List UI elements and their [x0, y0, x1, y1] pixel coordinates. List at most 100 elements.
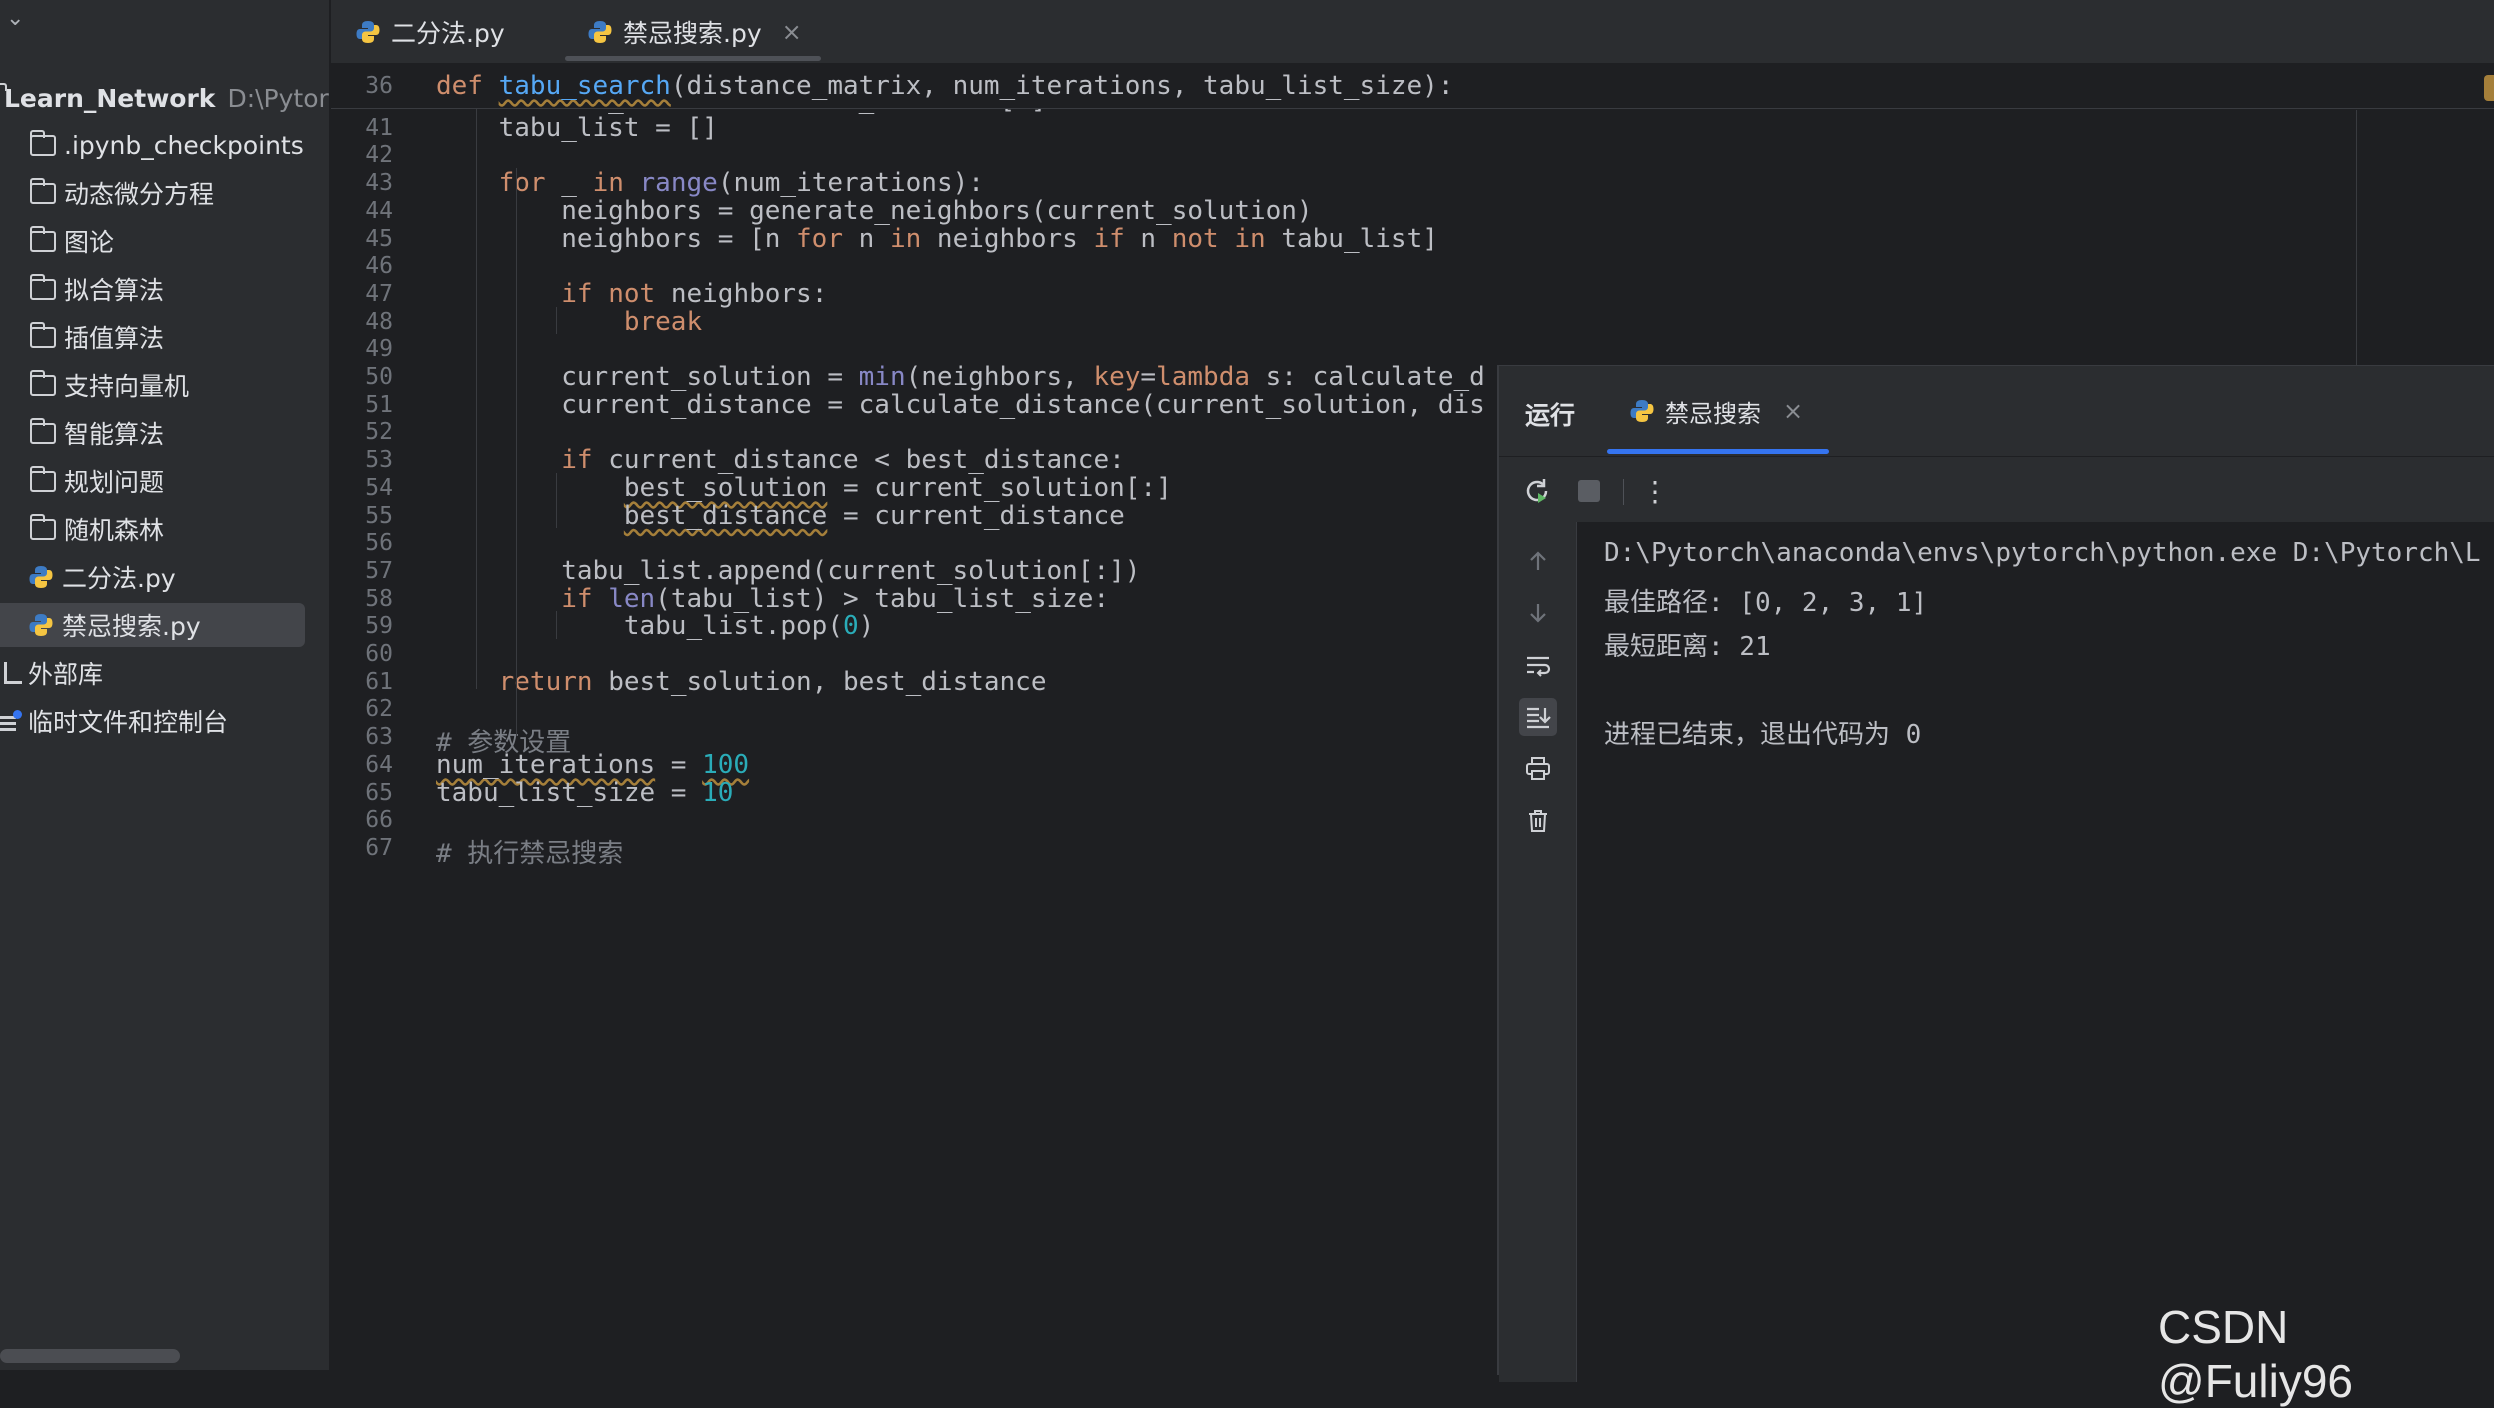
warning-marker[interactable] [2484, 75, 2494, 101]
code-line: best_solution = current_solution[:] [623, 472, 1172, 503]
line-number: 66 [365, 807, 393, 834]
console-line: D:\Pytorch\anaconda\envs\pytorch\python.… [1604, 538, 2481, 568]
line-number: 59 [365, 613, 393, 640]
folder-icon [30, 417, 56, 444]
indent-guide [556, 611, 557, 639]
line-number: 61 [365, 668, 393, 695]
indent-guide [556, 472, 557, 529]
code-line: # 执行禁忌搜索 [436, 838, 624, 869]
tab-label: 二分法.py [391, 19, 505, 48]
tree-item-scratches[interactable]: 临时文件和控制台 [0, 699, 329, 743]
folder-icon [30, 129, 56, 156]
tree-item-label: 外部库 [28, 660, 104, 689]
line-number: 53 [365, 447, 393, 474]
tree-item-folder[interactable]: 插值算法 [0, 315, 329, 359]
console-line: 进程已结束，退出代码为 0 [1604, 720, 1922, 750]
code-line: tabu_list.append(current_solution[:]) [436, 555, 1141, 586]
right-margin-guide [2356, 110, 2357, 370]
line-number: 51 [365, 391, 393, 418]
line-number: 43 [365, 170, 393, 197]
run-tab[interactable]: 禁忌搜索 × [1607, 366, 1803, 456]
close-icon[interactable]: × [1783, 397, 1803, 425]
code-line: best_distance = current_distance [623, 500, 1125, 531]
stop-icon[interactable] [1573, 475, 1605, 507]
tree-item-label: 动态微分方程 [64, 180, 215, 209]
code-line: tabu_list.pop(0) [436, 611, 875, 642]
line-number: 36 [365, 73, 393, 99]
trash-icon[interactable] [1519, 802, 1557, 840]
run-tab-label: 禁忌搜索 [1665, 399, 1761, 428]
line-number: 49 [365, 336, 393, 363]
close-icon[interactable]: × [782, 18, 802, 46]
tree-item-folder[interactable]: 智能算法 [0, 411, 329, 455]
project-root[interactable]: Learn_Network D:\Pytorch [0, 76, 329, 120]
tree-item-folder[interactable]: 规划问题 [0, 459, 329, 503]
console-line: 最短距离: 21 [1604, 632, 1771, 662]
tree-item-python-file[interactable]: 二分法.py [0, 555, 329, 599]
console-line: 最佳路径: [0, 2, 3, 1] [1604, 588, 1928, 618]
code-line: num_iterations = 100 [436, 749, 750, 780]
tree-item-label: 禁忌搜索.py [62, 612, 201, 641]
sticky-code-line: def tabu_search(distance_matrix, num_ite… [436, 71, 1454, 101]
python-file-icon [29, 566, 53, 588]
tree-item-label: 二分法.py [62, 564, 176, 593]
sticky-scroll-header[interactable]: 36 def tabu_search(distance_matrix, num_… [331, 65, 2494, 109]
line-number: 50 [365, 364, 393, 390]
project-sidebar: ⌄ Learn_Network D:\Pytorch .ipynb_checkp… [0, 0, 330, 1370]
indent-guide [476, 85, 477, 689]
code-line: tabu_list_size = 10 [436, 777, 734, 808]
run-title: 运行 [1525, 401, 1576, 430]
folder-icon [30, 321, 56, 348]
code-line: current_distance = calculate_distance(cu… [436, 389, 1485, 420]
console-side-toolbar [1499, 522, 1577, 1382]
tree-item-ipynb-checkpoints[interactable]: .ipynb_checkpoints [0, 123, 329, 167]
line-number: 65 [365, 779, 393, 806]
chevron-down-icon[interactable]: ⌄ [6, 6, 30, 30]
tree-item-label: 拟合算法 [64, 276, 165, 305]
tree-item-folder[interactable]: 拟合算法 [0, 267, 329, 311]
python-file-icon [29, 614, 53, 636]
tree-item-label: 支持向量机 [64, 372, 190, 401]
watermark: CSDN @Fuliy96 [2158, 1301, 2353, 1407]
indent-guide [556, 306, 557, 335]
line-number: 44 [365, 197, 393, 224]
tree-item-folder[interactable]: 支持向量机 [0, 363, 329, 407]
tree-item-label: .ipynb_checkpoints [64, 130, 304, 160]
project-name: Learn_Network [4, 83, 216, 113]
tree-item-folder[interactable]: 图论 [0, 219, 329, 263]
down-arrow-icon[interactable] [1519, 594, 1557, 632]
tree-item-label: 智能算法 [64, 420, 165, 449]
sidebar-scrollbar[interactable] [0, 1349, 180, 1363]
folder-icon [30, 369, 56, 396]
tree-item-python-file-selected[interactable]: 禁忌搜索.py [0, 603, 305, 647]
line-number: 47 [365, 280, 393, 307]
line-number: 63 [365, 724, 393, 751]
folder-icon [30, 465, 56, 492]
print-icon[interactable] [1519, 750, 1557, 788]
python-file-icon [588, 21, 612, 43]
line-number: 60 [365, 641, 393, 667]
tree-item-folder[interactable]: 随机森林 [0, 507, 329, 551]
scroll-to-end-icon[interactable] [1519, 698, 1557, 736]
soft-wrap-icon[interactable] [1519, 646, 1557, 684]
run-header: 运行 禁忌搜索 × [1499, 366, 2494, 456]
project-path: D:\Pytorch [227, 83, 329, 113]
folder-icon [30, 225, 56, 252]
up-arrow-icon[interactable] [1519, 542, 1557, 580]
line-number: 45 [365, 225, 393, 252]
line-number: 64 [365, 751, 393, 778]
code-line: current_solution = min(neighbors, key=la… [436, 362, 1485, 392]
active-tab-indicator [565, 56, 821, 61]
scratches-icon [0, 710, 22, 732]
line-number-gutter: 3940414243444546474849505152535455565758… [331, 65, 431, 1370]
rerun-icon[interactable] [1521, 475, 1553, 507]
python-file-icon [356, 21, 380, 43]
tree-item-external-libraries[interactable]: 外部库 [0, 651, 329, 695]
line-number: 55 [365, 502, 393, 529]
code-line: if len(tabu_list) > tabu_list_size: [561, 583, 1110, 614]
more-options-icon[interactable]: ⋮ [1639, 475, 1671, 507]
tree-item-folder[interactable]: 动态微分方程 [0, 171, 329, 215]
tab-erfenfa[interactable]: 二分法.py [355, 0, 505, 64]
toolbar-divider [1623, 479, 1624, 505]
tab-tabu-search[interactable]: 禁忌搜索.py × [587, 0, 802, 64]
